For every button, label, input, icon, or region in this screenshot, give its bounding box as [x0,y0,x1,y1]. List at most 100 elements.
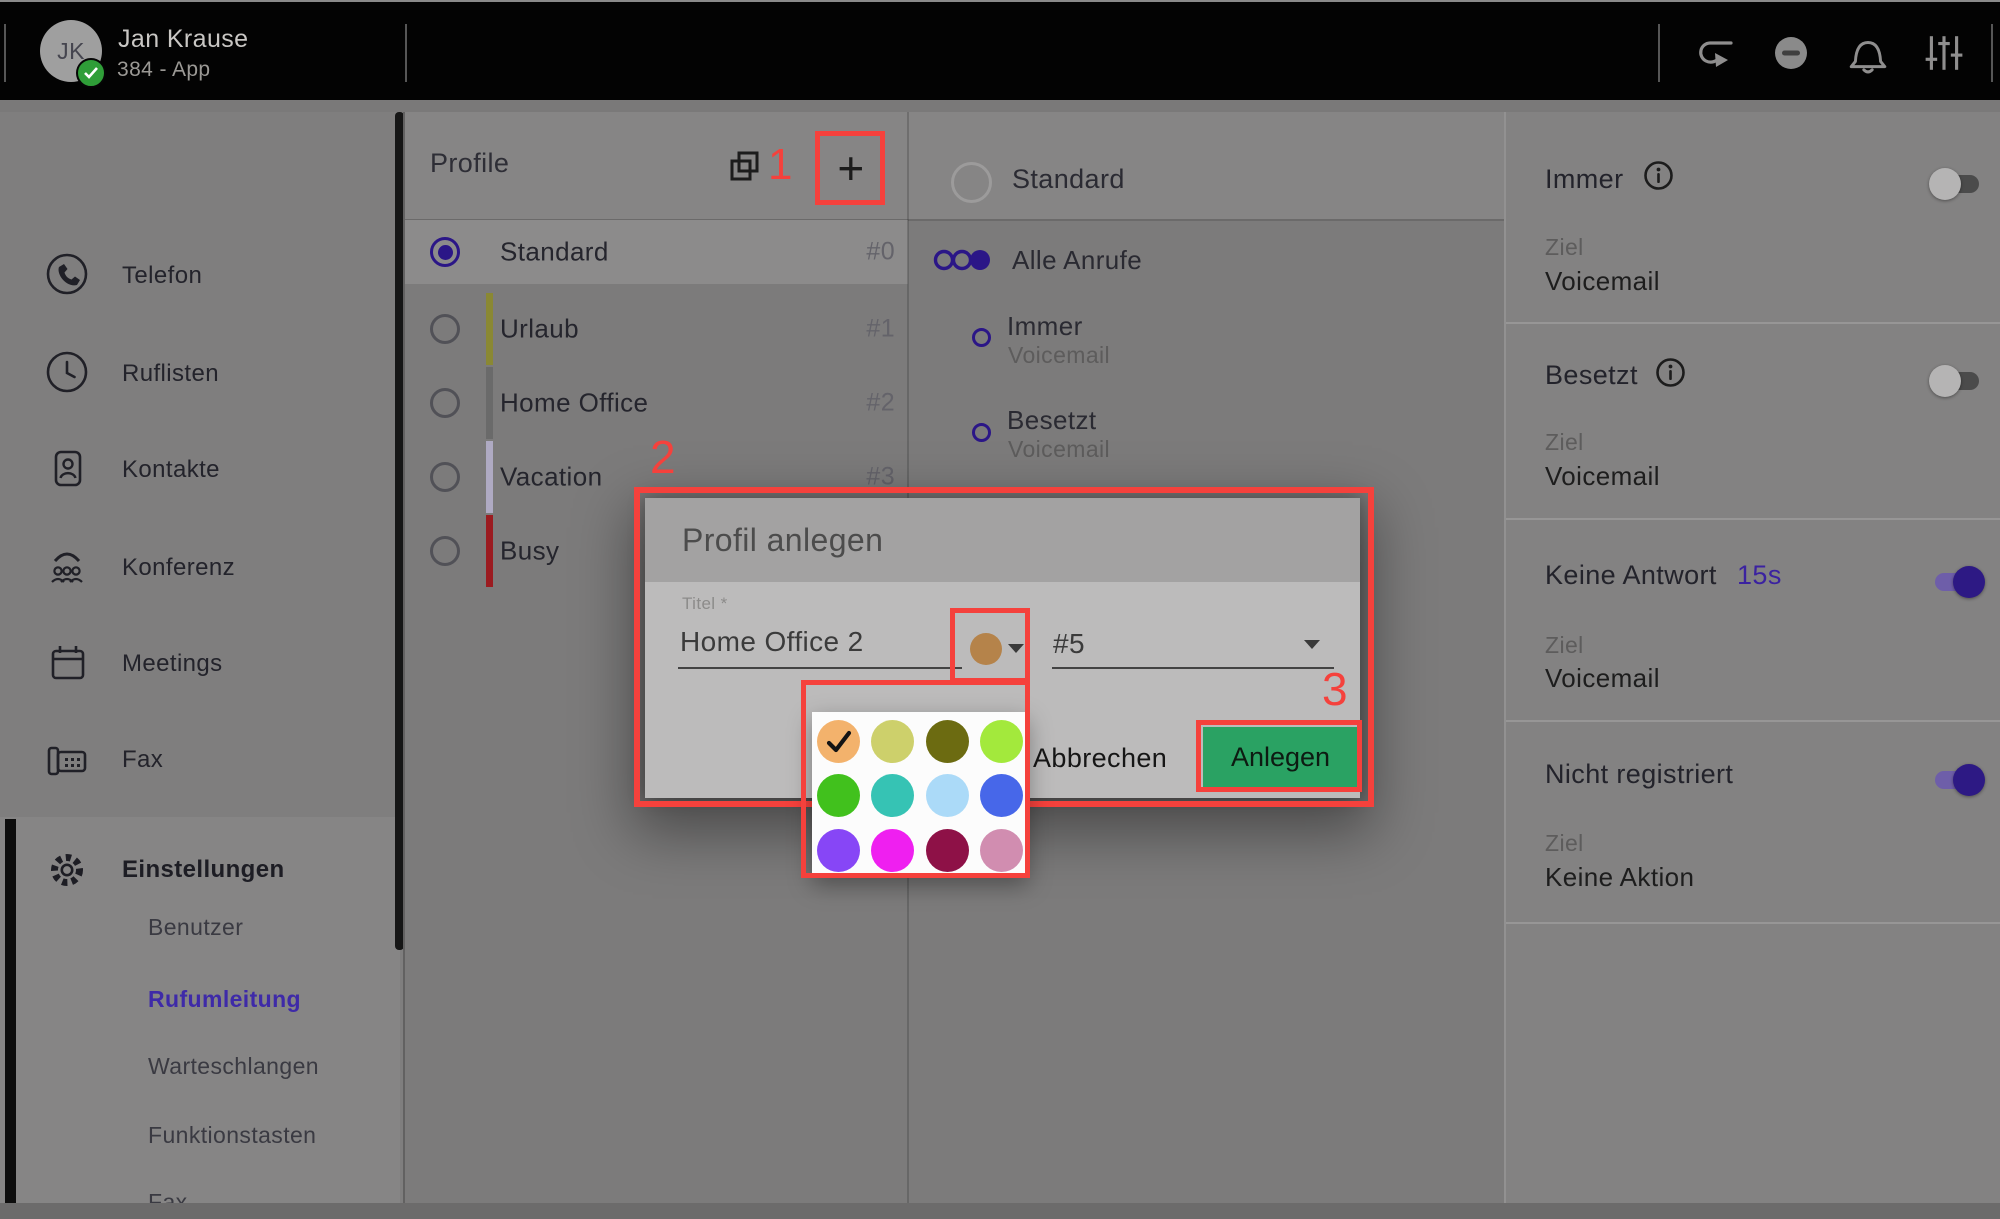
call-forward-icon[interactable] [1693,32,1737,74]
user-name: Jan Krause [118,25,248,54]
list-header [405,112,1504,221]
sidebar-subitem-funktionstasten[interactable]: Funktionstasten [148,1122,398,1156]
profile-row[interactable]: Standard #0 [405,220,908,284]
divider [4,24,6,82]
profile-name: Busy [500,536,559,567]
rule-toggle[interactable] [1929,167,1985,201]
rule-title: Keine Antwort [1545,560,1717,591]
gear-icon [45,848,89,892]
profile-radio[interactable] [430,462,460,492]
rule-toggle[interactable] [1929,364,1985,398]
profile-radio[interactable] [430,237,460,267]
profile-row[interactable]: Home Office #2 [405,366,908,440]
sidebar-item-label: Kontakte [122,456,220,484]
sidebar-item-label: Ruflisten [122,360,219,388]
clock-icon [45,350,89,394]
profile-color-bar [486,515,493,587]
ziel-label: Ziel [1545,429,1584,456]
sidebar-item-konferenz[interactable]: Konferenz [0,544,400,618]
profile-number: #0 [866,238,895,267]
profile-detail-radio[interactable] [951,162,992,203]
sidebar-item-telefon[interactable]: Telefon [0,252,400,326]
rule-dot-icon [972,423,991,442]
rule-group-label[interactable]: Alle Anrufe [1012,245,1142,276]
rule-timeout-value[interactable]: 15s [1737,560,1782,591]
info-icon[interactable] [1643,160,1674,191]
ziel-label: Ziel [1545,632,1584,659]
copy-profile-button[interactable] [728,150,764,186]
sidebar-item-label: Konferenz [122,554,235,582]
rule-title: Besetzt [1545,360,1638,391]
check-icon [84,67,98,79]
rule-row-label[interactable]: Immer [1007,311,1083,342]
divider [1991,24,1993,82]
profile-number: #1 [866,315,895,344]
profile-color-bar [486,367,493,439]
bottom-strip [0,1203,2000,1219]
divider [1506,518,2000,520]
annotation-step1: 1 [768,140,793,190]
app-window: JK Jan Krause 384 - App Telefon [0,0,2000,1219]
user-extension: 384 - App [117,58,211,82]
profiles-title: Profile [430,148,509,179]
ziel-value: Voicemail [1545,461,1660,492]
top-bar: JK Jan Krause 384 - App [0,0,2000,102]
annotation-box-step3 [1196,720,1362,792]
conference-icon [45,544,89,588]
rule-toggle[interactable] [1929,565,1985,599]
toolbar-strip [0,100,2000,112]
sidebar-item-einstellungen[interactable]: Einstellungen [0,848,400,922]
divider [1506,720,2000,722]
profile-name: Home Office [500,388,648,419]
all-calls-icon [933,248,993,272]
ziel-value: Voicemail [1545,266,1660,297]
rule-toggle[interactable] [1929,763,1985,797]
profile-color-bar [486,293,493,365]
profile-radio[interactable] [430,314,460,344]
contacts-icon [45,446,89,490]
sidebar-item-label: Fax [122,746,163,774]
sidebar-item-label: Meetings [122,650,223,678]
annotation-step3: 3 [1322,662,1348,716]
sidebar-item-ruflisten[interactable]: Ruflisten [0,350,400,424]
rule-dot-icon [972,328,991,347]
profile-radio[interactable] [430,388,460,418]
ziel-value: Voicemail [1545,663,1660,694]
rule-row-label[interactable]: Besetzt [1007,405,1097,436]
ziel-label: Ziel [1545,234,1584,261]
profile-name: Vacation [500,462,602,493]
info-icon[interactable] [1655,357,1686,388]
notifications-bell-icon[interactable] [1846,32,1890,74]
divider [1506,922,2000,924]
phone-icon [45,252,89,296]
rule-settings-panel: Immer Ziel Voicemail Besetzt Ziel Voicem… [1504,112,2000,1203]
ziel-value: Keine Aktion [1545,862,1694,893]
divider [405,24,407,82]
ziel-label: Ziel [1545,830,1584,857]
presence-badge [76,58,106,88]
sidebar-item-kontakte[interactable]: Kontakte [0,446,400,520]
sidebar-item-label: Einstellungen [122,856,285,884]
sidebar-item-label: Telefon [122,262,202,290]
annotation-box-swatch [950,608,1030,683]
sidebar-subitem-warteschlangen[interactable]: Warteschlangen [148,1053,398,1087]
settings-sliders-icon[interactable] [1922,32,1966,74]
rule-row-value: Voicemail [1008,342,1110,369]
profile-radio[interactable] [430,536,460,566]
annotation-step2: 2 [650,430,676,484]
copy-icon [728,150,764,184]
profile-row[interactable]: Urlaub #1 [405,292,908,366]
rule-title: Immer [1545,164,1624,195]
rule-title: Nicht registriert [1545,759,1733,790]
sidebar-item-meetings[interactable]: Meetings [0,640,400,714]
sidebar-item-fax[interactable]: Fax [0,736,400,810]
sidebar-subitem-rufumleitung[interactable]: Rufumleitung [148,986,398,1020]
annotation-box-palette [801,680,1030,878]
divider [1658,24,1660,82]
do-not-disturb-icon[interactable] [1769,32,1813,74]
divider [1506,322,2000,324]
sidebar: Telefon Ruflisten Kontakte Konferenz Mee… [0,112,405,1203]
annotation-box-step1 [815,131,885,205]
fax-icon [45,736,89,780]
profile-detail-title: Standard [1012,164,1125,195]
